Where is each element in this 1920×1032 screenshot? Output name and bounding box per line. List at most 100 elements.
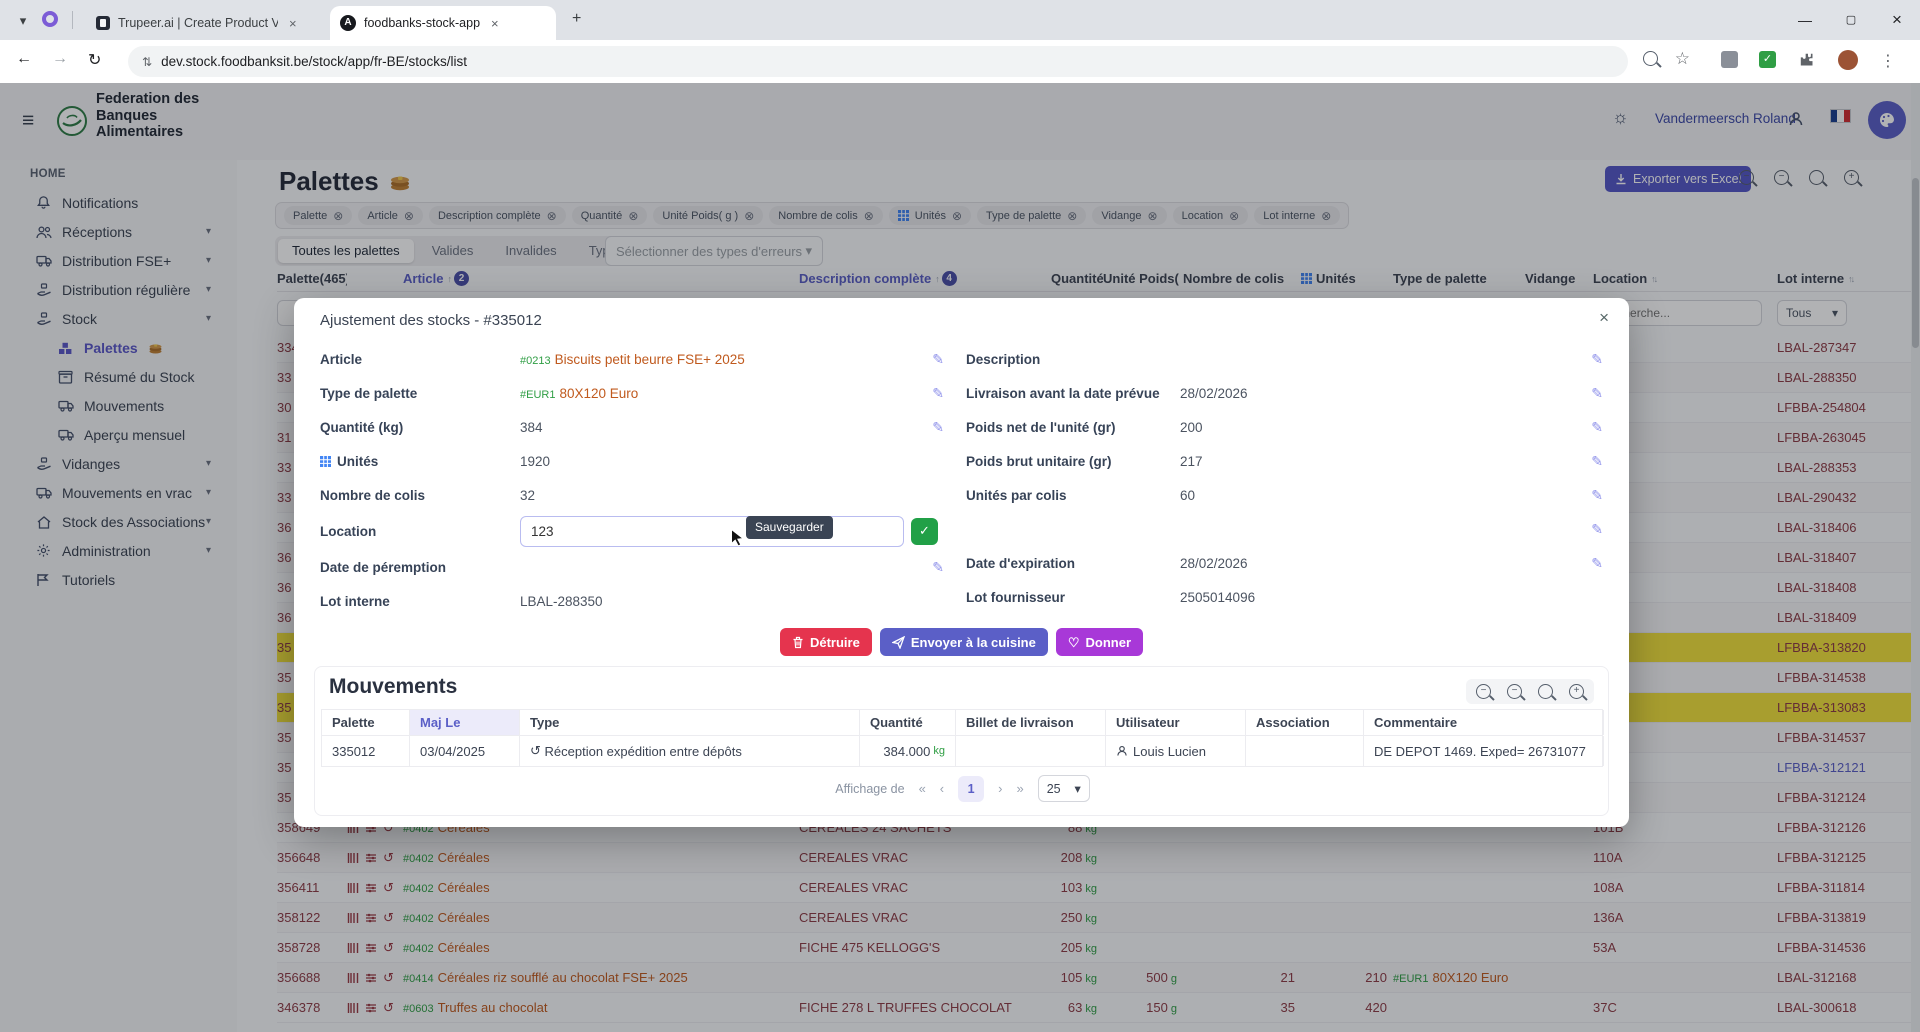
- extensions-puzzle-icon[interactable]: [1799, 52, 1816, 69]
- zoom-in-icon[interactable]: +: [1569, 684, 1584, 699]
- tab-close-icon[interactable]: ×: [286, 16, 300, 31]
- modal-field-quantit-kg-: Quantité (kg)384✎: [320, 410, 950, 444]
- modal-field-location: Location✓Sauvegarder: [320, 512, 950, 550]
- field-value-text: 28/02/2026: [1180, 556, 1248, 571]
- field-value-text: 28/02/2026: [1180, 386, 1248, 401]
- mouvements-header-row: PaletteMaj LeTypeQuantitéBillet de livra…: [321, 709, 1603, 736]
- zoom-out-icon[interactable]: −: [1476, 684, 1491, 699]
- mouvements-header-association[interactable]: Association: [1246, 710, 1364, 735]
- edit-pencil-icon[interactable]: ✎: [932, 385, 944, 402]
- field-label-text: Article: [320, 352, 362, 367]
- donner-button[interactable]: ♡Donner: [1056, 628, 1143, 656]
- app-viewport: ≡ Federation des Banques Alimentaires ☼ …: [0, 83, 1920, 1032]
- current-page[interactable]: 1: [958, 776, 984, 802]
- edit-pencil-icon[interactable]: ✎: [1591, 453, 1603, 470]
- stock-adjustment-modal: Ajustement des stocks - #335012 × Articl…: [294, 298, 1629, 827]
- first-page-icon[interactable]: «: [919, 781, 926, 796]
- forward-icon[interactable]: →: [52, 50, 68, 68]
- browser-menu-icon[interactable]: ⋮: [1880, 51, 1896, 71]
- modal-close-icon[interactable]: ×: [1599, 308, 1609, 328]
- url-text: dev.stock.foodbanksit.be/stock/app/fr-BE…: [161, 54, 467, 69]
- search-icon[interactable]: [1643, 51, 1658, 70]
- field-value: 28/02/2026: [1180, 556, 1248, 571]
- mouvements-header-billet-de-livraison[interactable]: Billet de livraison: [956, 710, 1106, 735]
- edit-pencil-icon[interactable]: ✎: [1591, 487, 1603, 504]
- grid-icon: [320, 456, 331, 467]
- field-label-text: Date de péremption: [320, 560, 446, 575]
- mv-comment-cell: DE DEPOT 1469. Exped= 26731077: [1364, 736, 1604, 766]
- page-size-select[interactable]: 25▾: [1038, 775, 1090, 802]
- field-value: 217: [1180, 454, 1203, 469]
- browser-tab-foodbanks[interactable]: A foodbanks-stock-app ×: [330, 6, 556, 40]
- window-close-button[interactable]: ×: [1874, 0, 1920, 40]
- search-icon[interactable]: [1538, 684, 1553, 699]
- mouvements-header-maj-le[interactable]: Maj Le: [410, 710, 520, 735]
- prev-page-icon[interactable]: ‹: [940, 781, 944, 796]
- edit-pencil-icon[interactable]: ✎: [1591, 351, 1603, 368]
- modal-field-empty: ✎: [966, 512, 1609, 546]
- field-value: 2505014096: [1180, 590, 1255, 605]
- next-page-icon[interactable]: ›: [998, 781, 1002, 796]
- field-label-text: Unités: [337, 454, 378, 469]
- mouvements-header-quantit-[interactable]: Quantité: [860, 710, 956, 735]
- window-minimize-button[interactable]: —: [1782, 0, 1828, 40]
- address-bar[interactable]: ⇅ dev.stock.foodbanksit.be/stock/app/fr-…: [128, 46, 1628, 77]
- tab-group-icon[interactable]: [42, 11, 58, 27]
- mv-qty-cell: 384.000kg: [860, 736, 956, 766]
- field-label: Date d'expiration: [966, 556, 1180, 571]
- mouvements-header-type[interactable]: Type: [520, 710, 860, 735]
- mouvements-header-commentaire[interactable]: Commentaire: [1364, 710, 1604, 735]
- bookmark-star-icon[interactable]: ☆: [1675, 49, 1690, 69]
- back-icon[interactable]: ←: [16, 50, 32, 68]
- modal-field-nombre-de-colis: Nombre de colis32: [320, 478, 950, 512]
- mouvements-row[interactable]: 33501203/04/2025↺ Réception expédition e…: [321, 736, 1603, 767]
- modal-field-poids-brut-unitaire-gr-: Poids brut unitaire (gr)217 ✎: [966, 444, 1609, 478]
- button-label: Envoyer à la cuisine: [911, 635, 1036, 650]
- edit-pencil-icon[interactable]: ✎: [1591, 555, 1603, 572]
- window-maximize-button[interactable]: ▢: [1828, 0, 1874, 40]
- field-label: Poids brut unitaire (gr): [966, 454, 1180, 469]
- d-truire-button[interactable]: Détruire: [780, 628, 872, 656]
- transfer-icon: ↺: [530, 743, 541, 759]
- site-settings-icon[interactable]: ⇅: [142, 55, 151, 69]
- mouvements-paginator: Affichage de « ‹ 1 › » 25▾: [315, 775, 1610, 802]
- browser-tab-trupeer[interactable]: Trupeer.ai | Create Product Vide ×: [86, 6, 316, 40]
- save-check-button[interactable]: ✓: [911, 518, 938, 545]
- edit-pencil-icon[interactable]: ✎: [1591, 385, 1603, 402]
- edit-pencil-icon[interactable]: ✎: [932, 351, 944, 368]
- reload-icon[interactable]: ↻: [88, 50, 101, 70]
- button-label: Donner: [1086, 635, 1132, 650]
- mouvements-header-palette[interactable]: Palette: [322, 710, 410, 735]
- extension-check-icon[interactable]: ✓: [1759, 51, 1776, 68]
- field-label: Date de péremption: [320, 560, 520, 575]
- tab-search-chevron-icon[interactable]: ▾: [10, 8, 36, 34]
- last-page-icon[interactable]: »: [1016, 781, 1023, 796]
- mv-user-name: Louis Lucien: [1133, 744, 1206, 759]
- zoom-out-icon[interactable]: −: [1507, 684, 1522, 699]
- field-label: Lot fournisseur: [966, 590, 1180, 605]
- mv-user-cell: Louis Lucien: [1106, 736, 1246, 766]
- tab-close-icon[interactable]: ×: [488, 16, 502, 31]
- field-label: Quantité (kg): [320, 420, 520, 435]
- modal-field-livraison-avant-la-date-pr-vue: Livraison avant la date prévue 28/02/2026…: [966, 376, 1609, 410]
- field-label-text: Livraison avant la date prévue: [966, 386, 1160, 401]
- field-value-text: LBAL-288350: [520, 594, 603, 609]
- edit-pencil-icon[interactable]: ✎: [932, 419, 944, 436]
- mouvements-header-utilisateur[interactable]: Utilisateur: [1106, 710, 1246, 735]
- extension-gray-icon[interactable]: [1721, 51, 1738, 68]
- field-label: Article: [320, 352, 520, 367]
- location-edit-input[interactable]: [520, 516, 904, 547]
- edit-pencil-icon[interactable]: ✎: [1591, 419, 1603, 436]
- field-label-text: Date d'expiration: [966, 556, 1075, 571]
- mouvements-zoom-controls: − − +: [1466, 679, 1594, 704]
- new-tab-button[interactable]: +: [572, 10, 581, 28]
- edit-pencil-icon[interactable]: ✎: [1591, 521, 1603, 538]
- edit-pencil-icon[interactable]: ✎: [932, 559, 944, 576]
- angular-favicon: A: [340, 15, 356, 31]
- field-value: #0213Biscuits petit beurre FSE+ 2025: [520, 352, 745, 367]
- trupeer-favicon: [96, 16, 110, 30]
- tab-title: Trupeer.ai | Create Product Vide: [118, 16, 278, 30]
- envoyer-la-cuisine-button[interactable]: Envoyer à la cuisine: [880, 628, 1048, 656]
- field-label-text: Poids net de l'unité (gr): [966, 420, 1115, 435]
- profile-avatar[interactable]: [1838, 50, 1858, 70]
